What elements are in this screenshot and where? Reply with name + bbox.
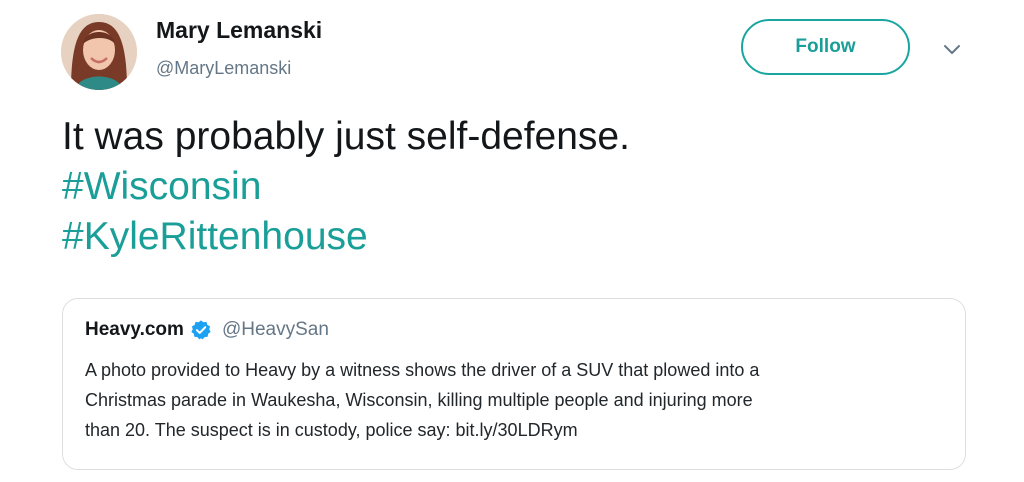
quoted-tweet-card[interactable]: Heavy.com @HeavySan A photo provided to … bbox=[62, 298, 966, 470]
quoted-tweet-text-line: than 20. The suspect is in custody, poli… bbox=[85, 420, 578, 440]
hashtag-kylerittenhouse[interactable]: #KyleRittenhouse bbox=[62, 212, 630, 262]
tweet-text-line: It was probably just self-defense. bbox=[62, 115, 630, 158]
verified-badge-icon bbox=[191, 320, 211, 340]
quoted-tweet-text-line: Christmas parade in Waukesha, Wisconsin,… bbox=[85, 390, 753, 410]
profile-photo-icon bbox=[61, 14, 137, 90]
avatar[interactable] bbox=[61, 14, 137, 90]
quoted-tweet-header: Heavy.com @HeavySan bbox=[85, 319, 329, 341]
quoted-tweet-text: A photo provided to Heavy by a witness s… bbox=[85, 355, 955, 445]
hashtag-wisconsin[interactable]: #Wisconsin bbox=[62, 162, 630, 212]
author-display-name[interactable]: Mary Lemanski bbox=[156, 17, 322, 44]
quoted-author-name[interactable]: Heavy.com bbox=[85, 319, 184, 341]
author-handle[interactable]: @MaryLemanski bbox=[156, 58, 291, 79]
follow-button[interactable]: Follow bbox=[741, 19, 910, 75]
quoted-author-handle[interactable]: @HeavySan bbox=[222, 319, 329, 341]
quoted-tweet-text-line: A photo provided to Heavy by a witness s… bbox=[85, 360, 760, 380]
chevron-down-icon[interactable] bbox=[941, 38, 963, 60]
tweet-text: It was probably just self-defense. #Wisc… bbox=[62, 112, 630, 262]
